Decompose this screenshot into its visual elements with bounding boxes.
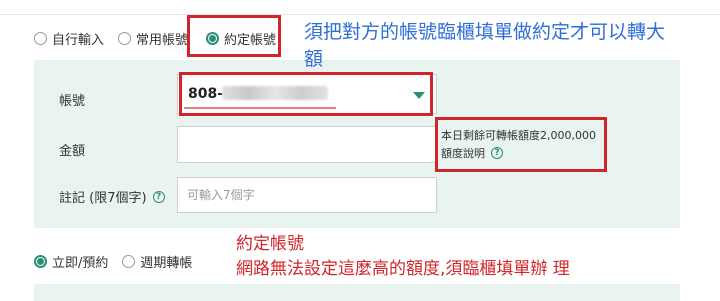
radio-manual-entry[interactable]: 自行輸入	[34, 29, 104, 48]
radio-circle[interactable]	[118, 31, 132, 45]
radio-circle-checked[interactable]	[34, 255, 47, 268]
radio-recurring[interactable]: 週期轉帳	[122, 252, 192, 271]
highlight-box-designated	[187, 15, 281, 57]
highlight-box-account	[179, 72, 433, 116]
amount-label: 金額	[59, 144, 86, 159]
amount-input[interactable]	[177, 126, 437, 163]
timing-radio-group: 立即/預約 週期轉帳	[34, 252, 206, 271]
annotation-red-line2: 網路無法設定這麼高的額度,須臨櫃填單辦 理	[236, 259, 570, 279]
radio-frequent-account[interactable]: 常用帳號	[118, 29, 188, 48]
top-bar	[0, 0, 720, 15]
radio-label: 常用帳號	[136, 32, 189, 48]
note-label: 註記 (限7個字)	[59, 191, 147, 206]
radio-label: 自行輸入	[52, 32, 105, 48]
radio-label: 立即/預約	[52, 256, 109, 271]
annotation-blue-line1: 須把對方的帳號臨櫃填單做約定才可以轉大	[304, 21, 666, 43]
account-label: 帳號	[59, 94, 86, 109]
annotation-red-line1: 約定帳號	[236, 234, 304, 254]
second-panel	[34, 284, 680, 301]
annotation-blue-line2: 額	[304, 48, 324, 70]
note-label-group: 註記 (限7個字) ?	[59, 187, 165, 206]
note-placeholder: 可輸入7個字	[187, 188, 255, 202]
radio-circle[interactable]	[34, 31, 47, 45]
radio-circle[interactable]	[122, 255, 136, 268]
radio-immediate[interactable]: 立即/預約	[34, 252, 108, 271]
radio-label: 週期轉帳	[140, 256, 193, 271]
help-circle-icon[interactable]: ?	[152, 190, 165, 203]
highlight-box-limit	[435, 117, 607, 172]
